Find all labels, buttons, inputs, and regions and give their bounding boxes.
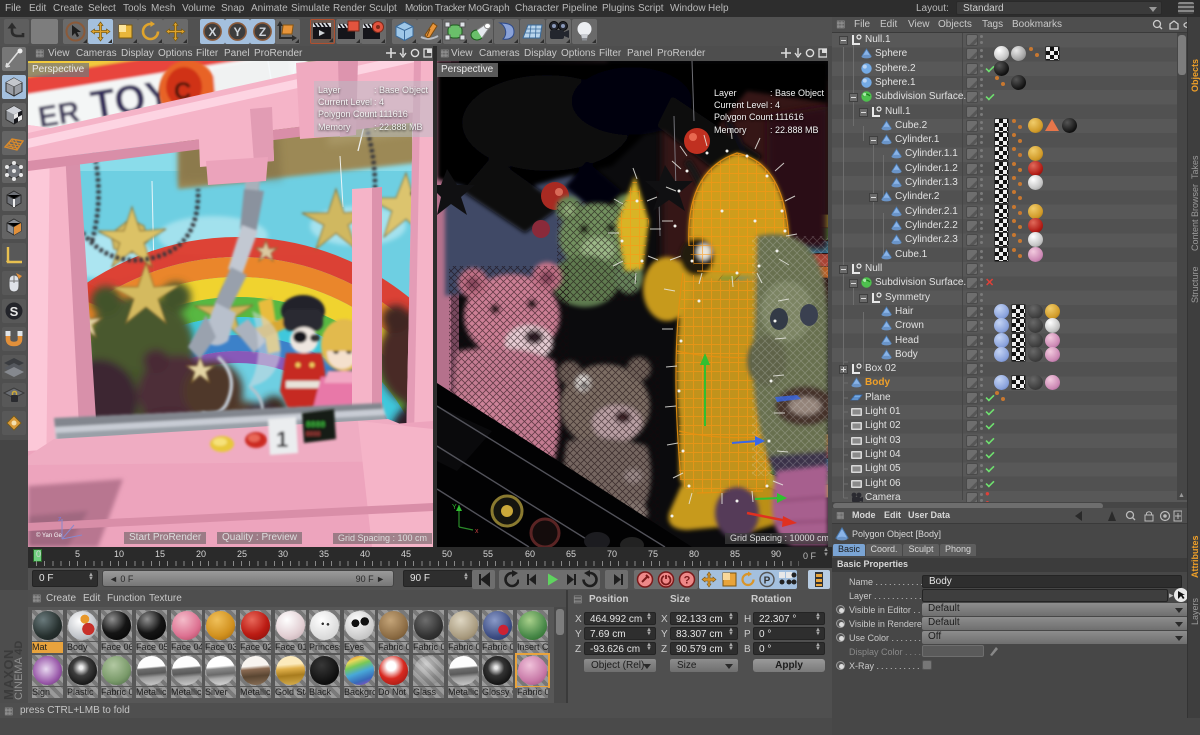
svg-text:?: ? bbox=[684, 575, 691, 587]
svg-text:S: S bbox=[10, 304, 19, 319]
svg-text:P: P bbox=[764, 576, 771, 587]
svg-text:x: x bbox=[475, 528, 479, 533]
svg-text:1: 1 bbox=[276, 427, 288, 452]
svg-text:Y: Y bbox=[452, 504, 457, 511]
svg-text:8888: 8888 bbox=[306, 431, 321, 438]
svg-text:z: z bbox=[58, 516, 62, 523]
svg-text:8888: 8888 bbox=[306, 421, 325, 430]
svg-text:Y: Y bbox=[233, 25, 241, 39]
svg-text:X: X bbox=[208, 25, 216, 39]
svg-text:Z: Z bbox=[259, 25, 266, 39]
